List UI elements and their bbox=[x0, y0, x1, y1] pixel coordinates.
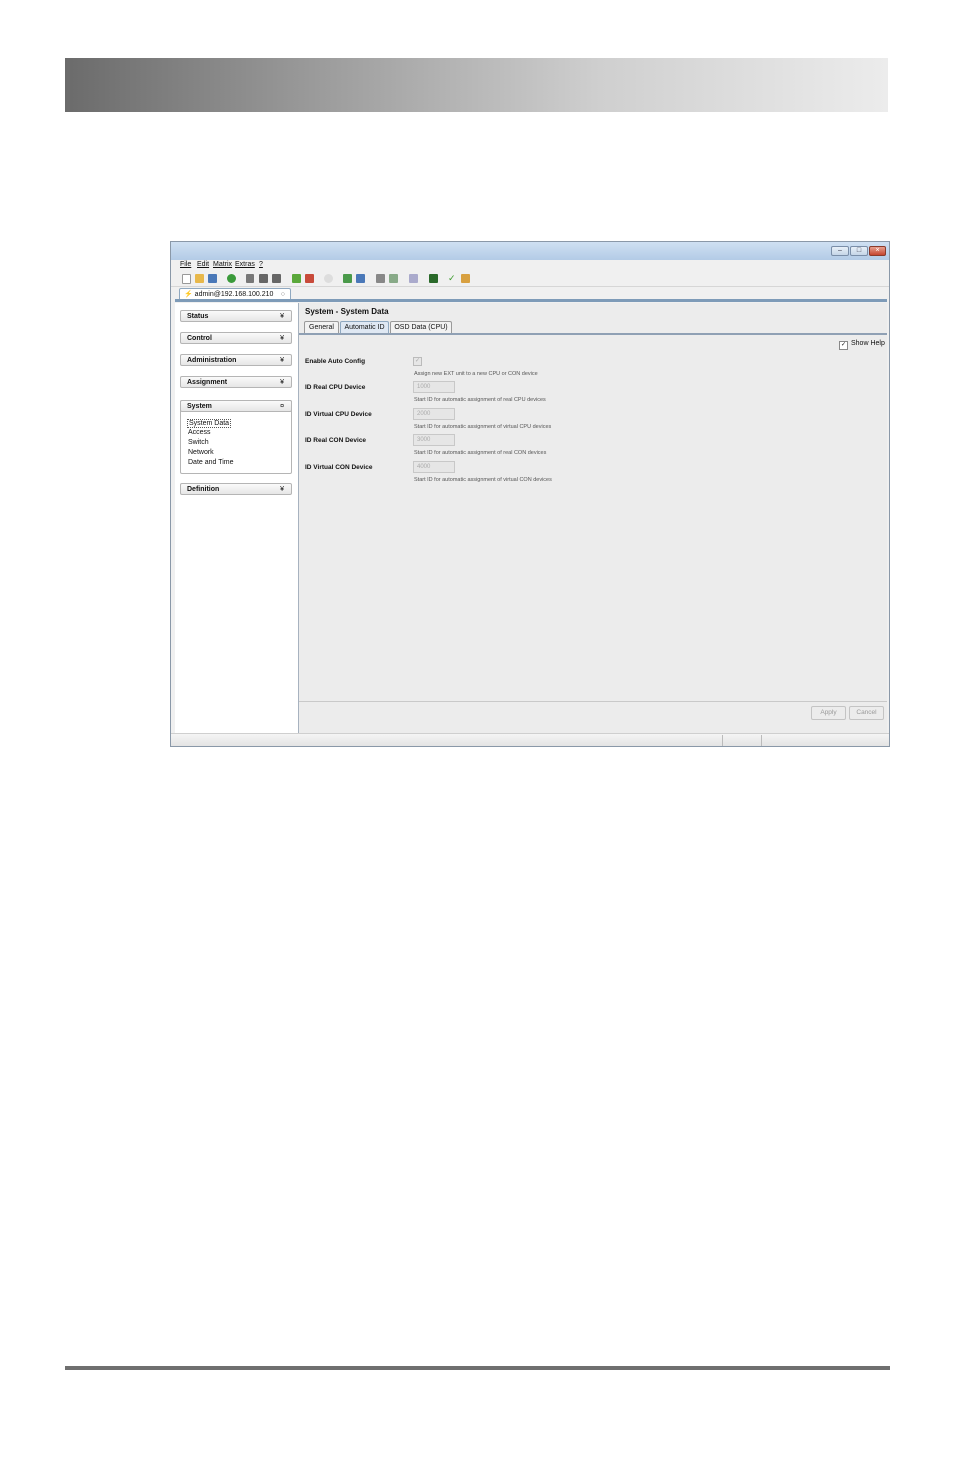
field-help: Start ID for automatic assignment of vir… bbox=[414, 424, 552, 430]
field-help: Start ID for automatic assignment of vir… bbox=[414, 477, 552, 483]
nav-section-system[interactable]: System ¤ bbox=[180, 400, 292, 412]
open-folder-icon[interactable] bbox=[195, 274, 204, 283]
chevron-down-icon: ¥ bbox=[280, 357, 284, 364]
download-icon[interactable] bbox=[356, 274, 365, 283]
tab-osd-data-cpu[interactable]: OSD Data (CPU) bbox=[390, 321, 452, 333]
nav-section-definition[interactable]: Definition ¥ bbox=[180, 483, 292, 495]
id-virtual-con-input[interactable]: 4000 bbox=[413, 461, 455, 473]
minimize-button[interactable]: – bbox=[831, 246, 849, 256]
chevron-down-icon: ¥ bbox=[280, 486, 284, 493]
maximize-button[interactable]: □ bbox=[850, 246, 868, 256]
show-help-label: Show Help bbox=[851, 340, 885, 347]
field-label-id-virtual-cpu: ID Virtual CPU Device bbox=[305, 411, 372, 418]
chevron-down-icon: ¥ bbox=[280, 313, 284, 320]
menu-file[interactable]: File bbox=[180, 261, 191, 268]
disconnect-icon[interactable] bbox=[305, 274, 314, 283]
paste-icon[interactable] bbox=[272, 274, 281, 283]
chevron-up-icon: ¤ bbox=[280, 403, 284, 410]
menu-matrix[interactable]: Matrix bbox=[213, 261, 232, 268]
nav-section-label: Control bbox=[187, 335, 212, 342]
enable-auto-config-checkbox[interactable]: ✓ bbox=[413, 357, 422, 366]
book-icon[interactable] bbox=[461, 274, 470, 283]
application-window: – □ × File Edit Matrix Extras ? ✓ ⚡ admi… bbox=[170, 241, 890, 747]
field-label-id-real-cpu: ID Real CPU Device bbox=[305, 384, 366, 391]
document-icon[interactable] bbox=[376, 274, 385, 283]
tab-underline bbox=[175, 299, 887, 302]
page-footer-rule bbox=[65, 1366, 890, 1370]
check-icon[interactable]: ✓ bbox=[448, 274, 457, 283]
sidebar-item-network[interactable]: Network bbox=[188, 449, 214, 456]
new-file-icon[interactable] bbox=[182, 274, 191, 284]
status-bar bbox=[171, 733, 889, 746]
nav-section-assignment[interactable]: Assignment ¥ bbox=[180, 376, 292, 388]
nav-section-status[interactable]: Status ¥ bbox=[180, 310, 292, 322]
menu-extras[interactable]: Extras bbox=[235, 261, 255, 268]
tab-automatic-id[interactable]: Automatic ID bbox=[340, 321, 389, 333]
nav-section-label: System bbox=[187, 403, 212, 410]
nav-section-administration[interactable]: Administration ¥ bbox=[180, 354, 292, 366]
refresh-icon[interactable] bbox=[227, 274, 236, 283]
button-bar-divider bbox=[299, 701, 887, 702]
save-icon[interactable] bbox=[208, 274, 217, 283]
connection-tab-label: admin@192.168.100.210 bbox=[194, 291, 274, 298]
menu-bar: File Edit Matrix Extras ? bbox=[171, 260, 889, 270]
export-icon[interactable] bbox=[409, 274, 418, 283]
menu-help[interactable]: ? bbox=[259, 261, 263, 268]
tab-general[interactable]: General bbox=[304, 321, 339, 333]
nav-section-label: Status bbox=[187, 313, 209, 320]
close-button[interactable]: × bbox=[869, 246, 886, 256]
menu-edit[interactable]: Edit bbox=[197, 261, 209, 268]
sidebar-item-date-time[interactable]: Date and Time bbox=[188, 459, 234, 466]
id-virtual-cpu-input[interactable]: 2000 bbox=[413, 408, 455, 420]
connection-plug-icon: ⚡ bbox=[184, 291, 193, 298]
status-divider bbox=[761, 735, 762, 746]
id-real-cpu-input[interactable]: 1000 bbox=[413, 381, 455, 393]
cancel-button[interactable]: Cancel bbox=[849, 706, 884, 720]
monitor-icon[interactable] bbox=[429, 274, 438, 283]
connect-icon[interactable] bbox=[292, 274, 301, 283]
id-real-con-input[interactable]: 3000 bbox=[413, 434, 455, 446]
nav-section-system-panel: System ¤ System Data Access Switch Netwo… bbox=[180, 400, 292, 474]
chevron-down-icon: ¥ bbox=[280, 379, 284, 386]
nav-section-label: Definition bbox=[187, 486, 220, 493]
chevron-down-icon: ¥ bbox=[280, 335, 284, 342]
page-title: System - System Data bbox=[305, 307, 389, 316]
settings-icon[interactable] bbox=[324, 274, 333, 283]
window-titlebar: – □ × bbox=[171, 242, 889, 260]
status-divider bbox=[722, 735, 723, 746]
field-label-enable-auto-config: Enable Auto Config bbox=[305, 358, 366, 365]
show-help-toggle[interactable]: ✓ Show Help bbox=[839, 340, 885, 350]
main-content: System - System Data General Automatic I… bbox=[299, 303, 887, 733]
cut-icon[interactable] bbox=[246, 274, 254, 283]
tab-panel-rule bbox=[299, 333, 887, 335]
nav-section-control[interactable]: Control ¥ bbox=[180, 332, 292, 344]
field-help: Start ID for automatic assignment of rea… bbox=[414, 450, 547, 456]
field-label-id-virtual-con: ID Virtual CON Device bbox=[305, 464, 373, 471]
toolbar: ✓ bbox=[171, 271, 889, 287]
field-help: Start ID for automatic assignment of rea… bbox=[414, 397, 546, 403]
sidebar-item-system-data[interactable]: System Data bbox=[187, 419, 232, 428]
sidebar-item-switch[interactable]: Switch bbox=[188, 439, 209, 446]
navigation-sidebar: Status ¥ Control ¥ Administration ¥ Assi… bbox=[175, 303, 299, 733]
show-help-checkbox[interactable]: ✓ bbox=[839, 341, 848, 350]
nav-section-label: Administration bbox=[187, 357, 237, 364]
upload-icon[interactable] bbox=[343, 274, 352, 283]
page-header-band bbox=[65, 58, 888, 112]
field-label-id-real-con: ID Real CON Device bbox=[305, 437, 367, 444]
sidebar-item-access[interactable]: Access bbox=[188, 429, 211, 436]
copy-icon[interactable] bbox=[259, 274, 268, 283]
field-help: Assign new EXT unit to a new CPU or CON … bbox=[414, 371, 538, 377]
nav-section-label: Assignment bbox=[187, 379, 228, 386]
apply-button[interactable]: Apply bbox=[811, 706, 846, 720]
report-icon[interactable] bbox=[389, 274, 398, 283]
